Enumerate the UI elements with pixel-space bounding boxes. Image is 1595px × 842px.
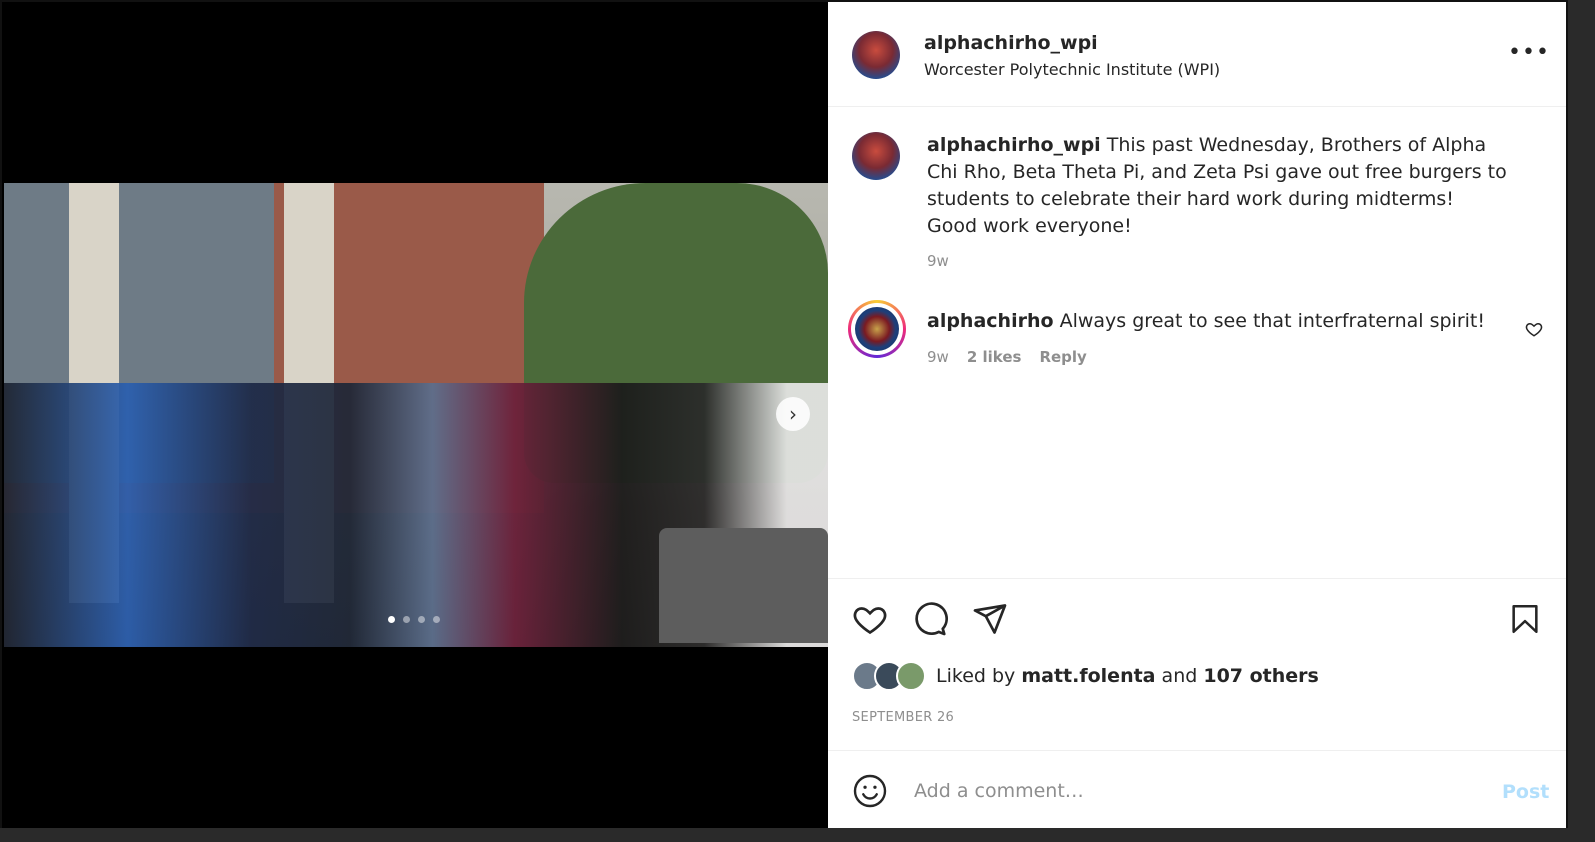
carousel-next-button[interactable]: › [776, 397, 810, 431]
save-button[interactable] [1508, 601, 1542, 641]
post-location[interactable]: Worcester Polytechnic Institute (WPI) [924, 60, 1220, 79]
post-photo [4, 183, 828, 647]
liker-avatar[interactable] [896, 661, 926, 691]
post-date[interactable]: SEPTEMBER 26 [852, 710, 954, 725]
like-button[interactable] [852, 601, 888, 641]
comment-age: 9w [927, 348, 949, 366]
caption-author-avatar[interactable] [852, 132, 900, 180]
carousel-indicator [388, 616, 440, 623]
carousel-dot [433, 616, 440, 623]
comment-icon [915, 602, 948, 636]
likes-summary: Liked by matt.folenta and 107 others [852, 661, 1319, 691]
emoji-icon [853, 774, 887, 808]
heart-icon [1525, 322, 1543, 337]
comment-username[interactable]: alphachirho [927, 310, 1054, 332]
liker-avatars [852, 661, 926, 691]
carousel-dot [418, 616, 425, 623]
likes-joiner: and [1161, 665, 1198, 687]
likes-others-link[interactable]: 107 others [1203, 665, 1319, 687]
comment-text: Always great to see that interfraternal … [1059, 310, 1485, 332]
comment-text-block: alphachirho Always great to see that int… [927, 308, 1487, 335]
comment-meta: 9w 2 likes Reply [927, 348, 1087, 366]
grill [659, 528, 828, 643]
likes-first-user[interactable]: matt.folenta [1021, 665, 1155, 687]
heart-icon [853, 607, 887, 635]
bookmark-icon [1512, 604, 1538, 634]
chevron-right-icon: › [789, 402, 797, 426]
post-header: alphachirho_wpi Worcester Polytechnic In… [828, 2, 1566, 107]
media-viewer: › [2, 2, 828, 828]
share-icon [973, 604, 1007, 634]
author-avatar[interactable] [852, 31, 900, 79]
post-comment-button[interactable]: Post [1502, 781, 1549, 803]
crest-logo [855, 307, 899, 351]
carousel-dot [403, 616, 410, 623]
share-button[interactable] [972, 601, 1008, 641]
emoji-button[interactable] [852, 773, 888, 813]
carousel-dot-active [388, 616, 395, 623]
comment-like-button[interactable] [1525, 320, 1543, 342]
author-username[interactable]: alphachirho_wpi [924, 32, 1098, 54]
caption-username[interactable]: alphachirho_wpi [927, 134, 1101, 156]
likes-prefix: Liked by [936, 665, 1016, 687]
more-icon: ••• [1508, 40, 1550, 65]
add-comment-bar: Post [828, 750, 1566, 829]
post-side-panel: alphachirho_wpi Worcester Polytechnic In… [828, 2, 1566, 828]
comment-likes[interactable]: 2 likes [967, 348, 1022, 366]
commenter-avatar[interactable] [848, 300, 906, 358]
caption-text-block: alphachirho_wpi This past Wednesday, Bro… [927, 132, 1507, 240]
post-actions: Liked by matt.folenta and 107 others SEP… [828, 578, 1566, 751]
caption-age: 9w [927, 252, 949, 270]
comment-input[interactable] [912, 771, 1476, 811]
more-options-button[interactable]: ••• [1508, 40, 1550, 65]
comment-button[interactable] [912, 601, 948, 641]
post-dialog: › alphachirho_wpi Worcester Polytechnic … [0, 0, 1568, 828]
comment-reply-button[interactable]: Reply [1039, 348, 1086, 366]
